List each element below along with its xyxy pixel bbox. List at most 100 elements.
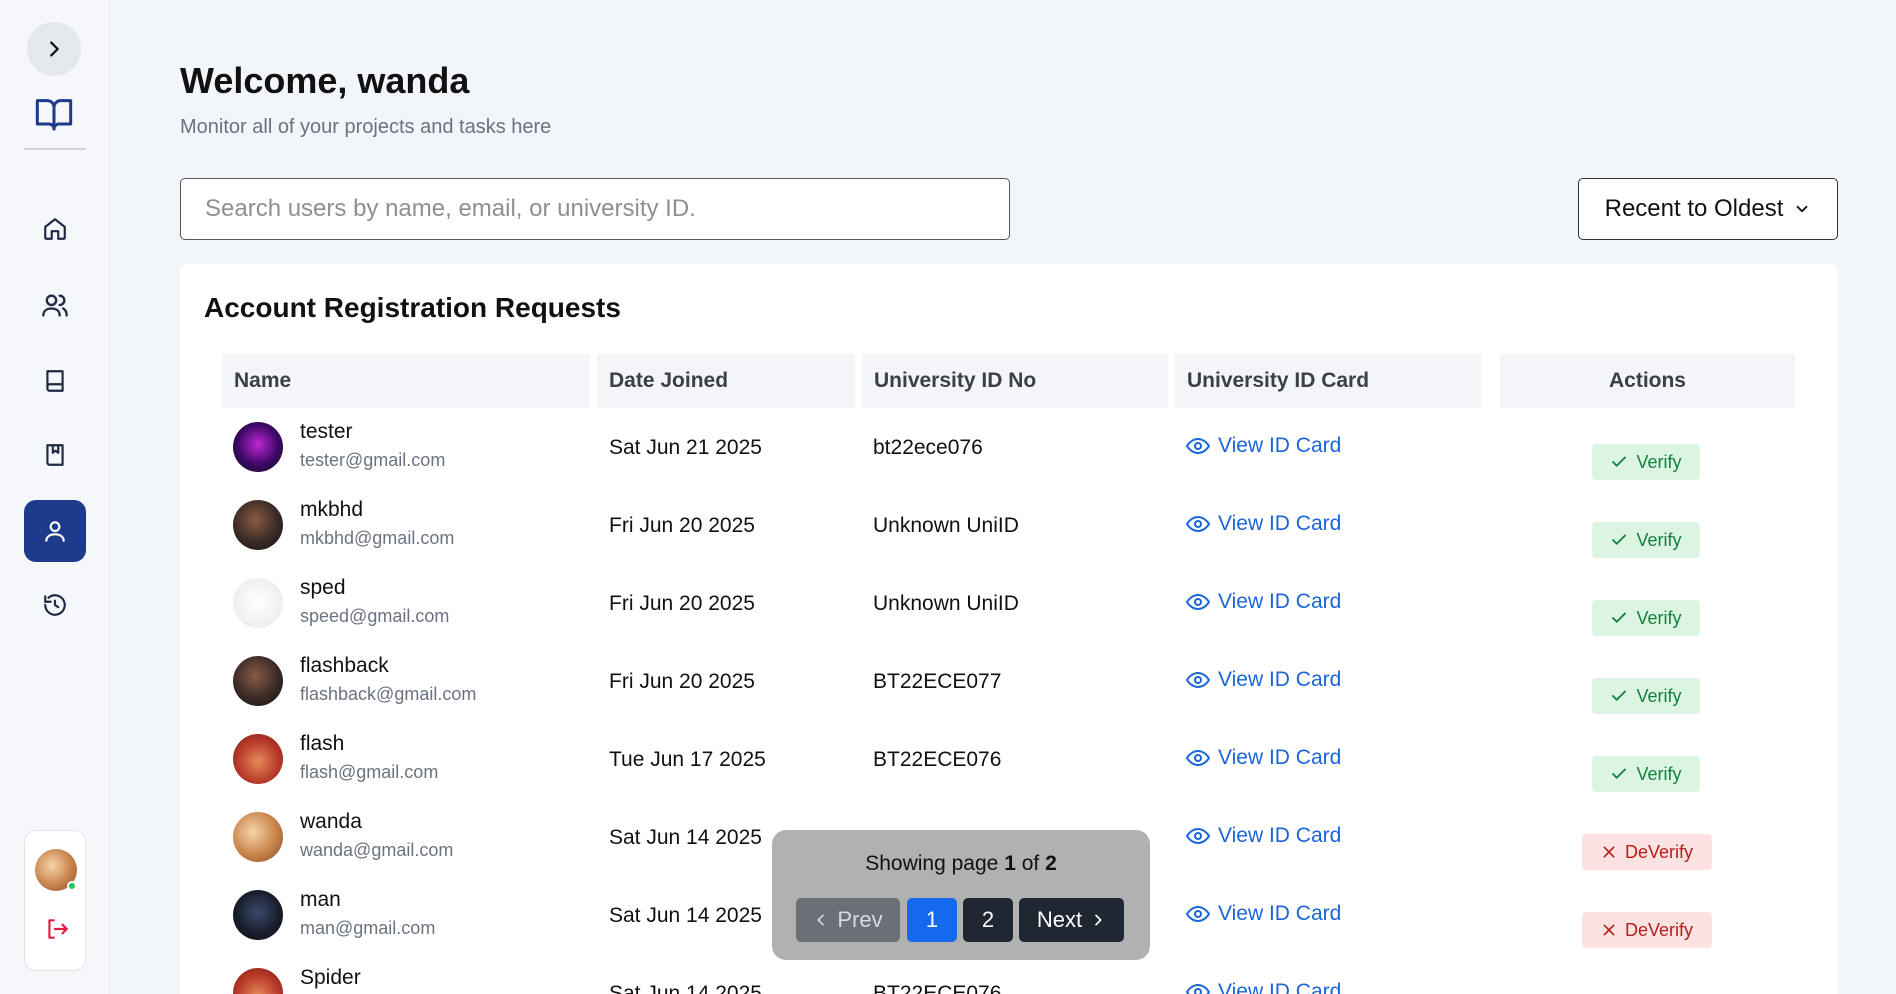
avatar (233, 656, 283, 706)
user-email: flash@gmail.com (300, 762, 439, 782)
view-id-card-link[interactable]: View ID Card (1186, 902, 1341, 926)
user-name: wanda (300, 810, 362, 833)
user-name: mkbhd (300, 498, 364, 521)
user-profile-box (24, 830, 86, 971)
university-id: BT22ECE077 (873, 670, 1002, 693)
user-name: man (300, 888, 341, 911)
column-header-id-card[interactable]: University ID Card (1175, 354, 1481, 408)
book-open-icon (32, 92, 76, 136)
avatar (233, 890, 283, 940)
date-joined: Fri Jun 20 2025 (609, 592, 755, 615)
column-header-uid[interactable]: University ID No (862, 354, 1168, 408)
avatar (233, 812, 283, 862)
user-email: mkbhd@gmail.com (300, 528, 455, 548)
user-name: flashback (300, 654, 389, 677)
check-icon (1612, 534, 1627, 545)
online-status-dot (67, 881, 77, 891)
user-email: speed@gmail.com (300, 606, 450, 626)
user-email: flashback@gmail.com (300, 684, 477, 704)
search-input[interactable] (180, 178, 1010, 240)
view-id-card-link[interactable]: View ID Card (1186, 590, 1341, 614)
view-id-card-link[interactable]: View ID Card (1186, 824, 1341, 848)
avatar (233, 734, 283, 784)
deverify-label: DeVerify (1624, 919, 1694, 940)
avatar (233, 578, 283, 628)
pagination-prefix: Showing page (865, 852, 999, 875)
verify-label: Verify (1636, 607, 1682, 628)
sidebar-item-users[interactable] (24, 274, 86, 336)
university-id: Unknown UniID (873, 514, 1019, 537)
page-2-button[interactable]: 2 (963, 898, 1013, 942)
eye-icon (1186, 905, 1210, 923)
page-1-button[interactable]: 1 (907, 898, 957, 942)
column-header-name[interactable]: Name (222, 354, 590, 408)
card-title: Account Registration Requests (204, 292, 621, 323)
view-id-card-label: View ID Card (1218, 902, 1342, 925)
view-id-card-label: View ID Card (1218, 824, 1342, 847)
column-header-actions[interactable]: Actions (1500, 354, 1795, 408)
user-name: flash (300, 732, 345, 755)
date-joined: Tue Jun 17 2025 (609, 748, 766, 771)
verify-label: Verify (1636, 685, 1682, 706)
next-page-button[interactable]: Next (1019, 898, 1124, 942)
pagination-status: Showing page 1 of 2 (772, 852, 1150, 876)
view-id-card-label: View ID Card (1218, 746, 1342, 769)
view-id-card-link[interactable]: View ID Card (1186, 512, 1341, 536)
verify-button[interactable]: Verify (1592, 600, 1700, 636)
sidebar-item-books[interactable] (24, 350, 86, 412)
next-label: Next (1036, 907, 1083, 932)
date-joined: Sat Jun 14 2025 (609, 904, 762, 927)
date-joined: Sat Jun 21 2025 (609, 436, 762, 459)
sidebar-divider (24, 148, 86, 150)
check-icon (1612, 768, 1627, 779)
sort-dropdown[interactable]: Recent to Oldest (1578, 178, 1838, 240)
sort-label: Recent to Oldest (1604, 195, 1784, 222)
user-name: Spider (300, 966, 361, 989)
logout-icon (48, 919, 68, 939)
check-icon (1612, 612, 1627, 623)
verify-button[interactable]: Verify (1592, 678, 1700, 714)
column-header-date[interactable]: Date Joined (597, 354, 855, 408)
page-subtitle: Monitor all of your projects and tasks h… (180, 116, 552, 138)
deverify-label: DeVerify (1624, 841, 1694, 862)
university-id: Unknown UniID (873, 592, 1019, 615)
verify-button[interactable]: Verify (1592, 522, 1700, 558)
chevron-left-icon (817, 914, 825, 926)
chevron-right-icon (1095, 914, 1102, 926)
verify-button[interactable]: Verify (1592, 444, 1700, 480)
eye-icon (1186, 671, 1210, 689)
deverify-button[interactable]: DeVerify (1582, 912, 1712, 948)
x-icon (1603, 846, 1615, 858)
history-icon (44, 594, 66, 616)
eye-icon (1186, 437, 1210, 455)
verify-button[interactable]: Verify (1592, 756, 1700, 792)
university-id: bt22ece076 (873, 436, 983, 459)
logout-button[interactable] (43, 915, 71, 943)
sidebar-item-home[interactable] (24, 198, 86, 260)
x-icon (1603, 924, 1615, 936)
bookmark-book-icon (46, 444, 64, 466)
eye-icon (1186, 749, 1210, 767)
prev-page-button[interactable]: Prev (796, 898, 900, 942)
eye-icon (1186, 827, 1210, 845)
table-row: Spider Sat Jun 14 2025 BT22ECE076 View ID C… (0, 0, 1896, 994)
avatar (233, 422, 283, 472)
view-id-card-link[interactable]: View ID Card (1186, 980, 1341, 994)
verify-label: Verify (1636, 763, 1682, 784)
sidebar-item-history[interactable] (24, 574, 86, 636)
sidebar-item-account-requests[interactable] (24, 500, 86, 562)
view-id-card-link[interactable]: View ID Card (1186, 434, 1341, 458)
user-email: tester@gmail.com (300, 450, 446, 470)
university-id: BT22ECE076 (873, 982, 1002, 994)
home-icon (44, 218, 66, 240)
pagination-current: 1 (1004, 852, 1016, 875)
view-id-card-label: View ID Card (1218, 434, 1342, 457)
view-id-card-link[interactable]: View ID Card (1186, 746, 1341, 770)
date-joined: Fri Jun 20 2025 (609, 514, 755, 537)
deverify-button[interactable]: DeVerify (1582, 834, 1712, 870)
date-joined: Sat Jun 14 2025 (609, 826, 762, 849)
view-id-card-link[interactable]: View ID Card (1186, 668, 1341, 692)
pagination-of: of (1021, 852, 1040, 875)
sidebar-item-borrowed[interactable] (24, 424, 86, 486)
chevron-down-icon (1796, 205, 1808, 213)
